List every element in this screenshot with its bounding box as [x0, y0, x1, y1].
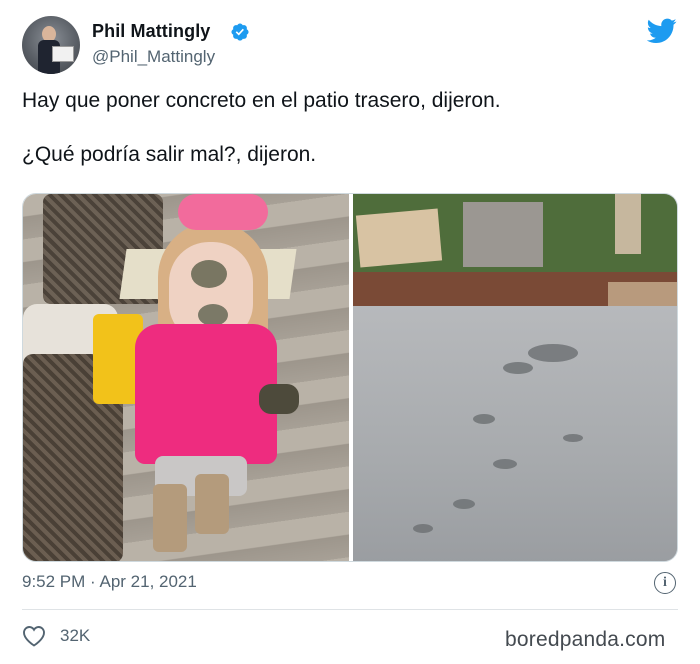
like-count: 32K: [60, 626, 91, 645]
author-name[interactable]: Phil Mattingly: [92, 21, 210, 42]
watermark: boredpanda.com: [505, 628, 666, 651]
photo-concrete-patio[interactable]: [353, 194, 677, 561]
twitter-bird-icon[interactable]: [647, 18, 677, 44]
tweet-line-2: ¿Qué podría salir mal?, dijeron.: [22, 143, 317, 166]
divider: [22, 609, 678, 610]
avatar[interactable]: [22, 16, 80, 74]
tweet-text: Hay que poner concreto en el patio trase…: [22, 88, 682, 168]
verified-badge-icon: [231, 23, 249, 41]
author-handle[interactable]: @Phil_Mattingly: [92, 47, 215, 67]
tweet-timestamp[interactable]: 9:52 PM · Apr 21, 2021: [22, 572, 197, 592]
tweet-card: Phil Mattingly @Phil_Mattingly Hay que p…: [0, 0, 700, 664]
info-icon[interactable]: i: [654, 572, 676, 594]
heart-icon[interactable]: [22, 625, 46, 647]
photo-girl-with-concrete[interactable]: [23, 194, 349, 561]
tweet-line-1: Hay que poner concreto en el patio trase…: [22, 89, 501, 112]
tweet-media: [22, 193, 678, 562]
